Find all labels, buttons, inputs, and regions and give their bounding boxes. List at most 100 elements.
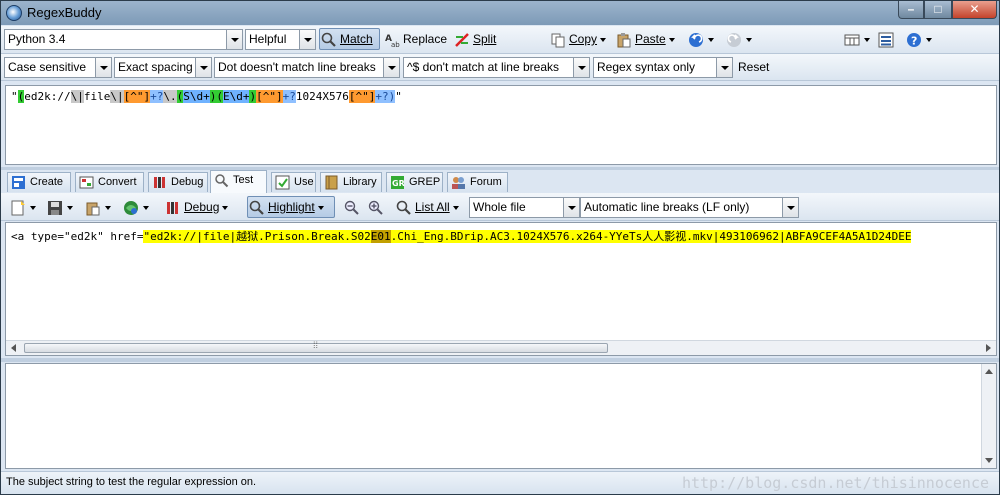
case-value: Case sensitive xyxy=(8,60,87,74)
debug-label: Debug xyxy=(184,200,220,214)
regex-token: file xyxy=(83,90,111,103)
match-button[interactable]: Match xyxy=(319,28,380,50)
match-group-highlight: E01 xyxy=(370,230,391,243)
highlight-button[interactable]: Highlight xyxy=(247,196,335,218)
chevron-down-icon xyxy=(95,58,111,77)
tab-grep[interactable]: GR GREP xyxy=(386,172,443,192)
magnifier-icon xyxy=(321,32,336,47)
flavor-value: Python 3.4 xyxy=(8,32,66,46)
chevron-down-icon xyxy=(926,37,932,42)
regex-token: [^"] xyxy=(256,90,283,103)
chevron-down-icon xyxy=(746,37,752,42)
convert-icon xyxy=(79,176,94,189)
copy-label: Copy xyxy=(569,32,598,46)
save-button[interactable] xyxy=(46,197,80,219)
debug-button[interactable]: Debug xyxy=(164,197,240,219)
chevron-down-icon xyxy=(452,205,459,210)
tab-test[interactable]: Test xyxy=(210,170,267,193)
paste-button[interactable]: Paste xyxy=(615,29,677,51)
tab-create[interactable]: Create xyxy=(7,172,71,192)
regex-token: 1024X576 xyxy=(295,90,349,103)
tab-use[interactable]: Use xyxy=(271,172,316,192)
list-panel-icon xyxy=(878,32,894,48)
maximize-button[interactable]: □ xyxy=(924,1,952,19)
magnifier-plus-icon xyxy=(368,200,383,215)
flavor-select[interactable]: Python 3.4 xyxy=(4,29,243,50)
scrollbar-thumb[interactable] xyxy=(24,340,608,353)
undo-icon xyxy=(689,33,703,47)
linebreak-select[interactable]: Automatic line breaks (LF only) xyxy=(580,197,799,218)
chevron-down-icon xyxy=(563,198,579,217)
scope-select[interactable]: Whole file xyxy=(469,197,580,218)
tab-convert[interactable]: Convert xyxy=(75,172,144,192)
reset-button[interactable]: Reset xyxy=(736,57,776,79)
main-toolbar: Python 3.4 Helpful Match Aab Replace Spl… xyxy=(1,26,999,54)
split-icon xyxy=(455,33,469,47)
redo-button[interactable] xyxy=(725,29,757,51)
syntax-select[interactable]: Regex syntax only xyxy=(593,57,733,78)
scroll-up-icon[interactable] xyxy=(985,369,993,374)
tab-label: Test xyxy=(233,174,254,186)
title-bar[interactable]: RegexBuddy – □ ✕ xyxy=(1,1,999,25)
spacing-select[interactable]: Exact spacing xyxy=(114,57,212,78)
minimize-button[interactable]: – xyxy=(898,1,924,19)
helper-select[interactable]: Helpful xyxy=(245,29,316,50)
copy-button[interactable]: Copy xyxy=(549,29,609,51)
chevron-down-icon xyxy=(226,30,242,49)
match-part: "ed2k://|file|越狱.Prison.Break.S02 xyxy=(143,230,371,243)
splitter[interactable] xyxy=(1,358,999,362)
chevron-down-icon xyxy=(668,37,675,42)
anchors-select[interactable]: ^$ don't match at line breaks xyxy=(403,57,590,78)
zoom-in-button[interactable] xyxy=(367,197,387,219)
tab-label: Convert xyxy=(98,176,137,188)
tab-library[interactable]: Library xyxy=(320,172,382,192)
chevron-down-icon xyxy=(299,30,315,49)
test-subject-text: <a type="ed2k" href="ed2k://|file|越狱.Pri… xyxy=(11,228,912,244)
help-button[interactable]: ? xyxy=(905,29,933,51)
replace-button[interactable]: Aab Replace xyxy=(383,29,449,51)
dot-select[interactable]: Dot doesn't match line breaks xyxy=(214,57,400,78)
test-subject-editor[interactable]: <a type="ed2k" href="ed2k://|file|越狱.Pri… xyxy=(5,222,997,356)
status-text: The subject string to test the regular e… xyxy=(6,476,257,488)
chevron-down-icon xyxy=(67,205,73,210)
vertical-scrollbar[interactable] xyxy=(981,364,996,468)
match-label: Match xyxy=(340,32,373,46)
reset-label: Reset xyxy=(738,60,770,74)
regex-editor[interactable]: "(ed2k://\|file\|[^"]+?\.(S\d+)(E\d+)[^"… xyxy=(5,85,997,165)
redo-icon xyxy=(727,33,741,47)
split-button[interactable]: Split xyxy=(453,29,503,51)
replace-icon: Aab xyxy=(385,34,400,48)
web-button[interactable] xyxy=(122,197,158,219)
case-select[interactable]: Case sensitive xyxy=(4,57,112,78)
create-icon xyxy=(12,176,25,189)
scroll-right-icon[interactable] xyxy=(986,344,991,352)
test-toolbar: Debug Highlight List All Whole file Auto… xyxy=(1,193,999,221)
close-button[interactable]: ✕ xyxy=(952,1,997,19)
tab-forum[interactable]: Forum xyxy=(447,172,508,192)
replace-label: Replace xyxy=(403,32,448,46)
chevron-down-icon xyxy=(30,205,36,210)
undo-button[interactable] xyxy=(687,29,714,51)
results-panel[interactable] xyxy=(5,363,997,469)
panels-button[interactable] xyxy=(877,29,897,51)
chevron-down-icon xyxy=(573,58,589,77)
clipboard-button[interactable] xyxy=(84,197,118,219)
options-toolbar: Case sensitive Exact spacing Dot doesn't… xyxy=(1,54,999,81)
svg-text:?: ? xyxy=(911,35,917,48)
layout-button[interactable] xyxy=(843,29,871,51)
open-button[interactable] xyxy=(9,197,43,219)
regex-token: [^"] xyxy=(348,90,376,103)
list-all-button[interactable]: List All xyxy=(395,197,465,219)
regex-token: " xyxy=(395,90,402,103)
zoom-out-button[interactable] xyxy=(343,197,363,219)
tab-debug[interactable]: Debug xyxy=(148,172,208,192)
tab-label: Create xyxy=(30,176,64,188)
chevron-down-icon xyxy=(317,205,324,210)
regexbuddy-logo-icon xyxy=(6,5,22,21)
scroll-down-icon[interactable] xyxy=(985,458,993,463)
grep-icon: GR xyxy=(391,176,405,189)
save-disk-icon xyxy=(48,201,62,215)
chevron-down-icon xyxy=(782,198,798,217)
horizontal-scrollbar[interactable] xyxy=(6,340,996,355)
scroll-left-icon[interactable] xyxy=(11,344,16,352)
